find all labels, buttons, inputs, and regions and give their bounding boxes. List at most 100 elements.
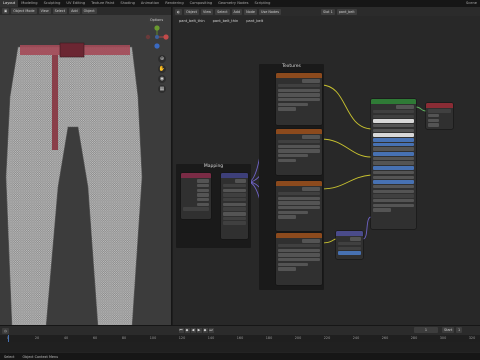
- color-space-field[interactable]: [278, 210, 308, 215]
- ior-field[interactable]: [373, 184, 414, 189]
- camera-output-socket[interactable]: [197, 197, 209, 202]
- viewport-menu-view[interactable]: View: [38, 8, 51, 14]
- color-space-field[interactable]: [278, 262, 308, 267]
- object-output-socket[interactable]: [197, 193, 209, 197]
- normal-output-socket[interactable]: [350, 237, 361, 241]
- workspace-tab-modeling[interactable]: Modeling: [18, 0, 40, 7]
- mode-selector[interactable]: Object Mode: [11, 8, 37, 14]
- image-selector[interactable]: [278, 243, 320, 248]
- location-field[interactable]: [223, 188, 246, 193]
- target-dropdown[interactable]: [428, 109, 451, 113]
- window-output-socket[interactable]: [197, 202, 209, 207]
- extension-dropdown[interactable]: [278, 205, 320, 210]
- workspace-tab-sculpting[interactable]: Sculpting: [41, 0, 64, 7]
- vector-input-socket[interactable]: [278, 215, 297, 219]
- workspace-tab-uv-editing[interactable]: UV Editing: [63, 0, 88, 7]
- 3d-viewport[interactable]: ▣ Object Mode View Select Add Object Opt…: [0, 7, 172, 325]
- subsurface-radius-field[interactable]: [373, 128, 414, 133]
- interpolation-dropdown[interactable]: [278, 248, 320, 253]
- extension-dropdown[interactable]: [278, 97, 320, 102]
- rotation-x[interactable]: [223, 207, 246, 211]
- color-output-socket[interactable]: [301, 79, 320, 83]
- play-icon[interactable]: ▶: [196, 328, 202, 333]
- image-texture-node-3[interactable]: [276, 181, 322, 231]
- projection-dropdown[interactable]: [278, 201, 320, 205]
- workspace-tab-animation[interactable]: Animation: [138, 0, 162, 7]
- camera-icon[interactable]: ◉: [158, 75, 166, 83]
- uv-output-socket[interactable]: [197, 188, 209, 193]
- metallic-slider[interactable]: [373, 138, 414, 142]
- projection-dropdown[interactable]: [278, 253, 320, 257]
- pants-mesh-model[interactable]: [0, 37, 150, 325]
- uv-map-selector[interactable]: [338, 246, 361, 251]
- timeline-editor[interactable]: ◷ ⏮ ◆ ◀ ▶ ◆ ⏭ 1 Start 1 0204060801001201…: [0, 325, 480, 360]
- workspace-tab-texture-paint[interactable]: Texture Paint: [88, 0, 117, 7]
- color-space-field[interactable]: [278, 102, 308, 107]
- timeline-ruler[interactable]: 0204060801001201401601802002202402602803…: [0, 335, 480, 342]
- surface-input-socket[interactable]: [428, 113, 439, 118]
- projection-dropdown[interactable]: [278, 149, 320, 153]
- image-texture-node-4[interactable]: [276, 233, 322, 285]
- material-output-node[interactable]: [426, 103, 453, 129]
- image-texture-node-1[interactable]: [276, 73, 322, 125]
- normal-input-socket[interactable]: [373, 208, 391, 212]
- subsurface-field[interactable]: [373, 123, 414, 128]
- workspace-tab-shading[interactable]: Shading: [117, 0, 138, 7]
- color-output-socket[interactable]: [301, 187, 320, 191]
- workspace-tab-geometry-nodes[interactable]: Geometry Nodes: [215, 0, 251, 7]
- viewport-menu-object[interactable]: Object: [81, 8, 97, 14]
- jump-start-icon[interactable]: ⏮: [178, 328, 184, 333]
- grid-icon[interactable]: ▦: [158, 85, 166, 93]
- rotation-field[interactable]: [223, 202, 246, 207]
- start-frame-field[interactable]: 1: [456, 327, 463, 333]
- color-space-field[interactable]: [278, 153, 308, 158]
- play-reverse-icon[interactable]: ◀: [190, 328, 196, 333]
- workspace-tab-scripting[interactable]: Scripting: [251, 0, 273, 7]
- scale-y[interactable]: [223, 221, 246, 225]
- vector-output-socket[interactable]: [235, 179, 246, 183]
- displacement-input-socket[interactable]: [428, 123, 439, 127]
- clearcoat-slider[interactable]: [373, 175, 414, 179]
- editor-type-button[interactable]: ▣: [2, 8, 10, 14]
- pan-hand-icon[interactable]: ✋: [158, 65, 166, 73]
- playhead[interactable]: [8, 335, 9, 342]
- timeline-keyframe-area[interactable]: [0, 342, 480, 352]
- normal-output-socket[interactable]: [197, 183, 209, 188]
- projection-dropdown[interactable]: [278, 93, 320, 97]
- shader-node-editor[interactable]: ◐ Object View Select Add Node Use Nodes …: [173, 7, 480, 325]
- alpha-slider[interactable]: [373, 203, 414, 208]
- jump-end-icon[interactable]: ⏭: [208, 328, 214, 333]
- scene-name[interactable]: Scene: [463, 0, 480, 7]
- emission-color-field[interactable]: [373, 194, 414, 198]
- color-output-socket[interactable]: [301, 135, 320, 139]
- anisotropic-rotation-slider[interactable]: [373, 161, 414, 165]
- principled-bsdf-node[interactable]: [371, 99, 416, 229]
- strength-slider[interactable]: [338, 251, 361, 255]
- mapping-type-dropdown[interactable]: [223, 183, 246, 188]
- workspace-tab-layout[interactable]: Layout: [0, 0, 19, 7]
- sheen-tint-slider[interactable]: [373, 170, 414, 175]
- zoom-icon[interactable]: ⊕: [158, 55, 166, 63]
- vector-input-socket[interactable]: [278, 267, 297, 271]
- image-selector[interactable]: [278, 191, 320, 196]
- extension-dropdown[interactable]: [278, 257, 320, 262]
- viewport-menu-select[interactable]: Select: [52, 8, 68, 14]
- subsurface-method-dropdown[interactable]: [373, 114, 414, 119]
- specular-tint-slider[interactable]: [373, 147, 414, 151]
- viewport-options-button[interactable]: Options: [148, 17, 166, 23]
- distribution-dropdown[interactable]: [373, 109, 414, 114]
- specular-slider[interactable]: [373, 142, 414, 147]
- scale-field[interactable]: [223, 212, 246, 216]
- interpolation-dropdown[interactable]: [278, 88, 320, 93]
- location-x[interactable]: [223, 193, 246, 197]
- mapping-node[interactable]: [221, 173, 248, 239]
- normal-map-node[interactable]: [336, 231, 363, 259]
- interpolation-dropdown[interactable]: [278, 196, 320, 201]
- viewport-menu-add[interactable]: Add: [69, 8, 80, 14]
- clearcoat-roughness-slider[interactable]: [373, 180, 414, 184]
- image-texture-node-2[interactable]: [276, 129, 322, 175]
- roughness-slider[interactable]: [373, 152, 414, 156]
- interpolation-dropdown[interactable]: [278, 144, 320, 149]
- texture-coordinate-node[interactable]: [181, 173, 211, 219]
- workspace-tab-rendering[interactable]: Rendering: [162, 0, 186, 7]
